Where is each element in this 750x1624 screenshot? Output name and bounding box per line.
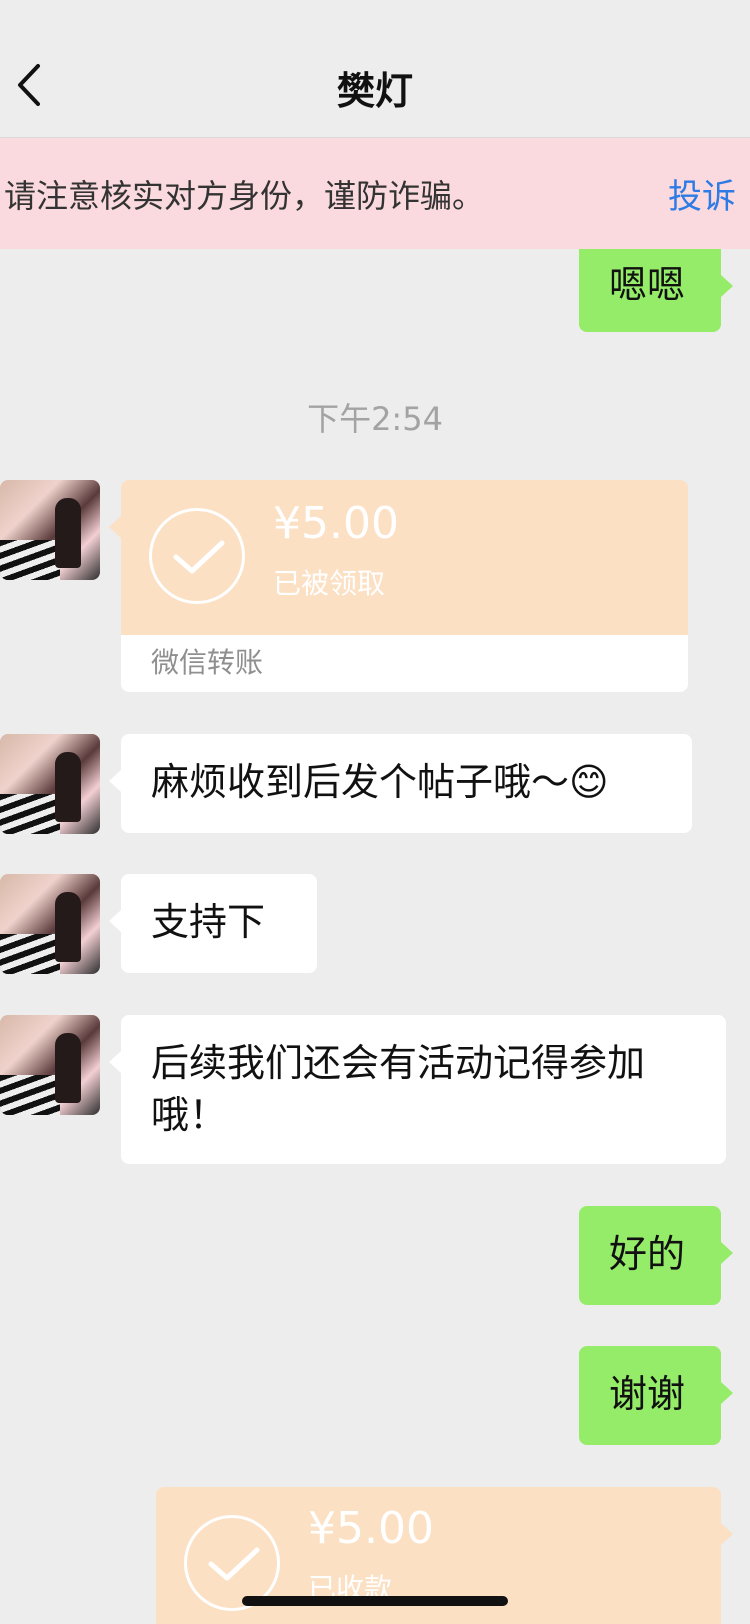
contact-avatar[interactable] bbox=[0, 480, 100, 580]
message-bubble-received[interactable]: 麻烦收到后发个帖子哦～😊 bbox=[109, 734, 692, 833]
warning-text: 请注意核实对方身份，谨防诈骗。 bbox=[4, 176, 485, 215]
fraud-warning-banner: 请注意核实对方身份，谨防诈骗。 投诉 bbox=[0, 138, 750, 249]
contact-avatar[interactable] bbox=[0, 874, 100, 974]
navigation-bar: 樊灯 bbox=[0, 0, 750, 138]
message-text: 麻烦收到后发个帖子哦～😊 bbox=[151, 760, 609, 804]
message-text: 支持下 bbox=[151, 900, 266, 944]
message-bubble-sent[interactable]: 嗯嗯 bbox=[579, 249, 733, 332]
message-text: 好的 bbox=[609, 1232, 686, 1276]
contact-avatar[interactable] bbox=[0, 1015, 100, 1115]
message-list[interactable]: 嗯嗯 下午2:54 ¥5.00 已被领取 微信转账 麻烦收到后发个帖子哦～😊 支… bbox=[0, 249, 750, 1624]
report-link[interactable]: 投诉 bbox=[668, 169, 736, 218]
check-circle-icon bbox=[149, 508, 245, 604]
transfer-footer: 微信转账 bbox=[121, 635, 688, 692]
message-bubble-sent[interactable]: 好的 bbox=[579, 1206, 733, 1305]
chat-title: 樊灯 bbox=[336, 69, 413, 113]
transfer-amount: ¥5.00 bbox=[273, 498, 399, 549]
message-bubble-sent[interactable]: 谢谢 bbox=[579, 1346, 733, 1445]
transfer-card-received[interactable]: ¥5.00 已被领取 微信转账 bbox=[109, 480, 688, 692]
message-text: 谢谢 bbox=[609, 1372, 686, 1416]
message-bubble-received[interactable]: 支持下 bbox=[109, 874, 317, 973]
message-text: 嗯嗯 bbox=[609, 263, 686, 307]
message-text: 后续我们还会有活动记得参加哦！ bbox=[151, 1041, 646, 1137]
message-bubble-received[interactable]: 后续我们还会有活动记得参加哦！ bbox=[109, 1015, 726, 1164]
transfer-status: 已被领取 bbox=[273, 567, 386, 600]
home-indicator[interactable] bbox=[242, 1596, 508, 1606]
message-timestamp: 下午2:54 bbox=[307, 400, 443, 438]
contact-avatar[interactable] bbox=[0, 734, 100, 834]
transfer-amount: ¥5.00 bbox=[308, 1503, 434, 1554]
